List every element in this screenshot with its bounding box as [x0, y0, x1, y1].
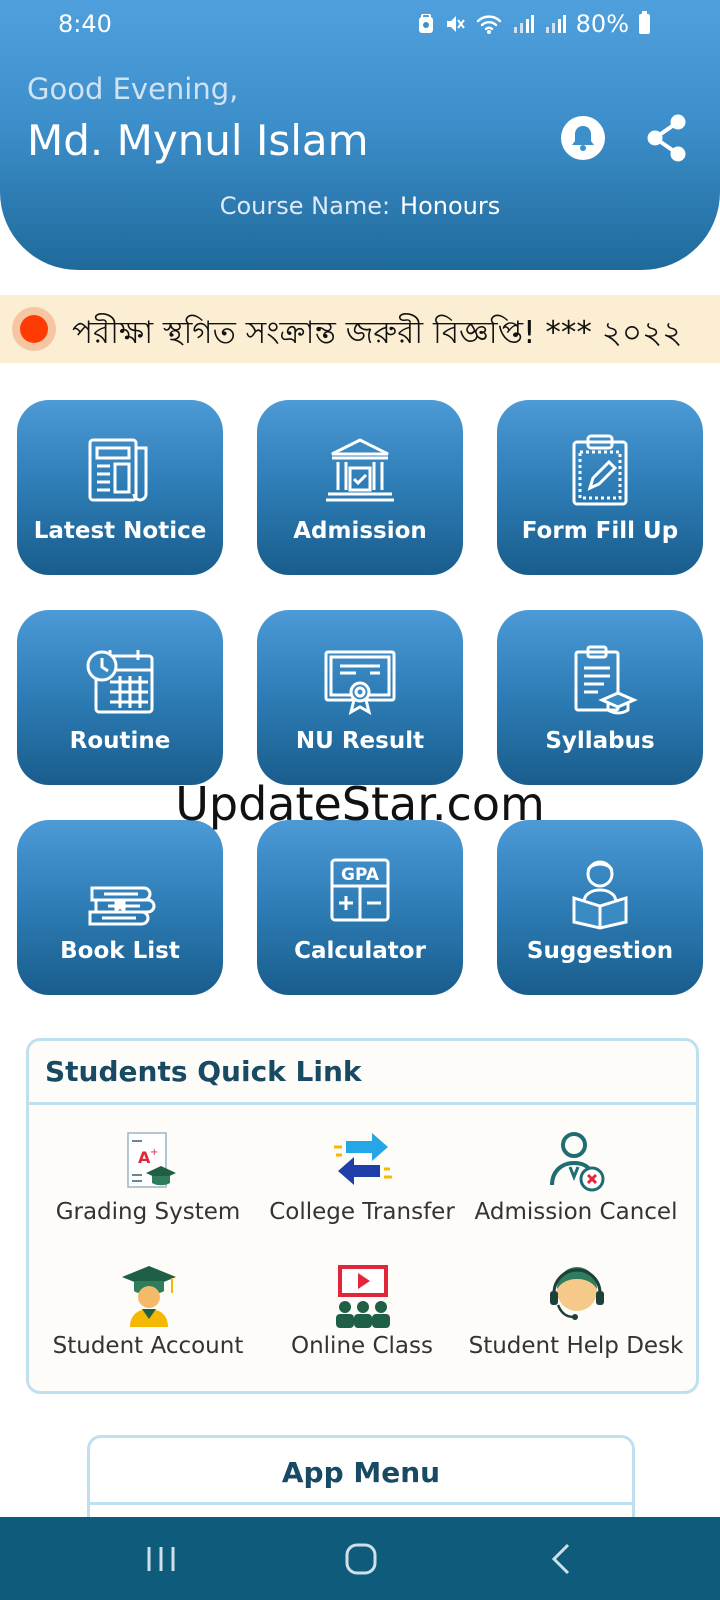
quick-link-grading-system[interactable]: A + Grading System	[37, 1129, 259, 1259]
quick-link-label: Online Class	[290, 1333, 433, 1359]
quick-link-title: Students Quick Link	[45, 1055, 362, 1088]
quick-link-online-class[interactable]: Online Class	[251, 1263, 473, 1393]
institution-icon	[326, 438, 394, 502]
quick-link-label: College Transfer	[269, 1199, 455, 1225]
tile-label: Routine	[69, 728, 171, 754]
tile-label: Book List	[60, 938, 180, 964]
grade-sheet-icon: A +	[127, 1132, 176, 1188]
greeting: Good Evening,	[27, 72, 239, 106]
clipboard-edit-icon	[572, 434, 628, 506]
back-icon[interactable]	[532, 1535, 592, 1583]
syllabus-icon	[574, 645, 638, 715]
user-name: Md. Mynul Islam	[27, 116, 369, 165]
quick-link-label: Grading System	[55, 1199, 241, 1225]
status-icons: 80%	[418, 10, 650, 38]
divider	[29, 1102, 696, 1105]
reader-icon	[572, 860, 628, 930]
watermark: UpdateStar.com	[175, 777, 545, 831]
newspaper-icon	[88, 438, 148, 502]
quick-link-student-help-desk[interactable]: Student Help Desk	[465, 1263, 687, 1393]
security-icon	[418, 14, 433, 33]
quick-link-college-transfer[interactable]: College Transfer	[251, 1129, 473, 1259]
tile-label: Calculator	[294, 938, 426, 964]
mute-icon	[446, 16, 465, 32]
quick-link-student-account[interactable]: Student Account	[37, 1263, 259, 1393]
online-class-icon	[336, 1265, 390, 1328]
tile-latest-notice[interactable]: Latest Notice	[17, 400, 223, 575]
tile-routine[interactable]: Routine	[17, 610, 223, 785]
recents-icon[interactable]	[131, 1535, 191, 1583]
tile-syllabus[interactable]: Syllabus	[497, 610, 703, 785]
tile-suggestion[interactable]: Suggestion	[497, 820, 703, 995]
certificate-icon	[324, 650, 396, 715]
signal-icon	[513, 15, 534, 33]
share-icon[interactable]	[644, 113, 690, 163]
live-indicator	[12, 307, 56, 351]
home-icon[interactable]	[331, 1535, 391, 1583]
wifi-icon	[476, 15, 501, 34]
calendar-clock-icon	[86, 650, 154, 714]
signal-icon	[545, 15, 566, 33]
battery-icon	[639, 11, 650, 34]
tile-label: Latest Notice	[33, 518, 207, 544]
tile-label: NU Result	[295, 728, 425, 754]
tile-label: Admission	[293, 518, 427, 544]
tile-nu-result[interactable]: NU Result	[257, 610, 463, 785]
status-bar: 8:40 80%	[0, 0, 720, 52]
status-time: 8:40	[58, 10, 112, 38]
system-nav-bar	[0, 1517, 720, 1600]
svg-text:GPA: GPA	[341, 865, 380, 885]
app-header: 8:40 80% Good Evening, Md. Mynul Islam C…	[0, 0, 720, 270]
quick-link-label: Student Account	[52, 1333, 244, 1359]
books-icon	[88, 886, 156, 926]
tile-book-list[interactable]: Book List	[17, 820, 223, 995]
tile-label: Syllabus	[545, 728, 655, 754]
user-cancel-icon	[550, 1132, 605, 1192]
course-info: Course Name: Honours	[0, 192, 720, 220]
notice-marquee[interactable]: পরীক্ষা স্থগিত সংক্রান্ত জরুরী বিজ্ঞপ্তি…	[0, 295, 720, 363]
transfer-arrows-icon	[334, 1133, 392, 1185]
tile-admission[interactable]: Admission	[257, 400, 463, 575]
help-desk-icon	[550, 1267, 604, 1320]
bell-icon[interactable]	[560, 115, 606, 161]
tile-form-fill-up[interactable]: Form Fill Up	[497, 400, 703, 575]
battery-level: 80%	[575, 10, 629, 38]
students-quick-link-card: Students Quick Link A + Grading System C…	[26, 1038, 699, 1394]
gpa-calculator-icon: GPA	[330, 858, 390, 922]
svg-text:+: +	[150, 1147, 158, 1158]
live-dot-icon	[20, 315, 48, 343]
divider	[90, 1502, 632, 1505]
quick-link-label: Admission Cancel	[474, 1199, 678, 1225]
quick-link-label: Student Help Desk	[468, 1333, 684, 1359]
course-label: Course Name:	[219, 192, 391, 220]
tile-label: Form Fill Up	[521, 518, 679, 544]
tile-calculator[interactable]: GPA Calculator	[257, 820, 463, 995]
notice-text[interactable]: পরীক্ষা স্থগিত সংক্রান্ত জরুরী বিজ্ঞপ্তি…	[72, 309, 682, 361]
graduate-icon	[122, 1266, 176, 1327]
quick-link-admission-cancel[interactable]: Admission Cancel	[465, 1129, 687, 1259]
course-value: Honours	[400, 192, 501, 220]
app-menu-title: App Menu	[281, 1456, 441, 1489]
tile-label: Suggestion	[526, 938, 674, 964]
